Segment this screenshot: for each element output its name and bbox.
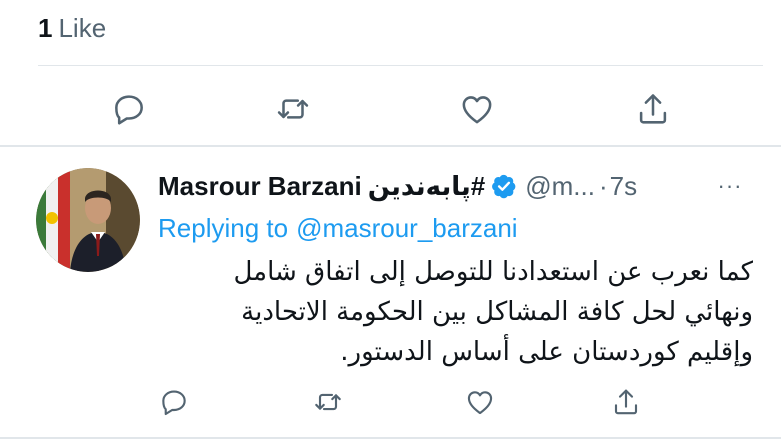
display-name-hashtag[interactable]: #پابەندین <box>368 171 485 202</box>
tweet-text: كما نعرب عن استعدادنا للتوصل إلى اتفاق ش… <box>158 252 753 372</box>
retweet-icon <box>277 99 309 119</box>
share-button[interactable] <box>628 84 678 134</box>
reply-icon <box>115 95 143 125</box>
separator-dot: · <box>598 170 608 201</box>
twitter-thread-view: 1 Like Masrour Barzani #پابەندین @m... ·… <box>0 0 781 439</box>
like-icon <box>462 96 492 124</box>
likes-summary[interactable]: 1 Like <box>38 8 106 48</box>
tweet-text-line: كما نعرب عن استعدادنا للتوصل إلى اتفاق ش… <box>233 257 753 287</box>
user-handle[interactable]: @m... <box>525 171 595 202</box>
display-name[interactable]: Masrour Barzani <box>158 171 362 202</box>
replying-to-label: Replying to <box>158 212 289 243</box>
reply-icon <box>162 390 186 416</box>
divider <box>38 65 763 66</box>
reply-button[interactable] <box>152 380 196 424</box>
tweet-text-line: ونهائي لحل كافة المشاكل بين الحكومة الات… <box>241 297 753 327</box>
avatar-image <box>36 168 140 272</box>
verified-badge-icon <box>491 173 517 199</box>
share-icon <box>639 94 667 124</box>
retweet-icon <box>315 393 341 411</box>
retweet-button[interactable] <box>306 380 350 424</box>
more-icon: ··· <box>717 173 743 198</box>
tweet-action-bar <box>0 84 781 134</box>
retweet-button[interactable] <box>268 84 318 134</box>
like-button[interactable] <box>452 84 502 134</box>
more-options-button[interactable]: ··· <box>710 166 750 206</box>
replying-to-mention[interactable]: @masrour_barzani <box>296 213 517 244</box>
tweet-header: Masrour Barzani #پابەندین @m... · 7s <box>158 166 637 206</box>
timestamp[interactable]: 7s <box>610 171 637 202</box>
like-button[interactable] <box>458 380 502 424</box>
tweet-action-bar <box>0 380 781 424</box>
likes-count: 1 <box>38 12 53 43</box>
reply-button[interactable] <box>104 84 154 134</box>
section-divider <box>0 145 781 147</box>
share-icon <box>614 389 638 415</box>
likes-label: Like <box>58 12 107 43</box>
replying-to-line: Replying to @masrour_barzani <box>158 208 518 248</box>
tweet-text-line: وإقليم كوردستان على أساس الدستور. <box>340 337 753 367</box>
like-icon <box>467 391 493 415</box>
share-button[interactable] <box>604 380 648 424</box>
avatar[interactable] <box>36 168 140 272</box>
